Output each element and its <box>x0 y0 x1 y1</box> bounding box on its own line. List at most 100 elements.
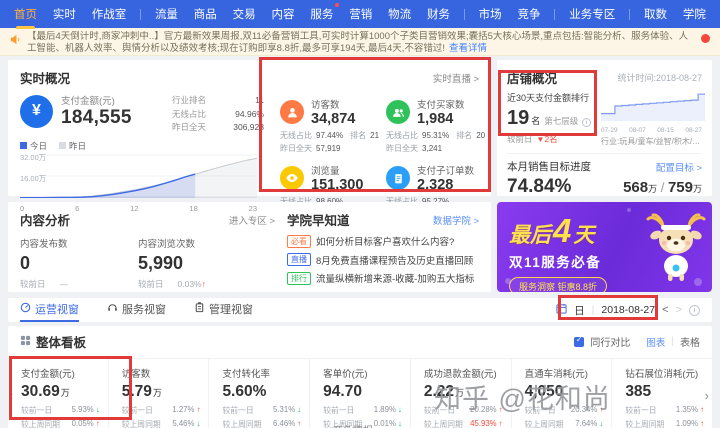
nav-item-traffic[interactable]: 流量 <box>153 0 180 29</box>
tab-service-view[interactable]: 服务视窗 <box>107 298 166 322</box>
nav-item-home[interactable]: 首页 <box>12 0 39 29</box>
metric-card-visitors[interactable]: 访客数 5.79万 较前一日 1.27% ↑ 较上周同期 5.46% ↓ <box>107 359 209 428</box>
tab-management-view[interactable]: 管理视窗 <box>194 298 253 322</box>
x-tick: 08-07 <box>629 127 646 134</box>
step-chart <box>601 93 706 121</box>
nav-item-trade[interactable]: 交易 <box>231 0 258 29</box>
date-prev-arrow[interactable]: < <box>662 304 668 316</box>
up-arrow-icon: ↑ <box>700 404 705 414</box>
payment-amount-label: 支付金额(元) <box>61 96 115 107</box>
decor-dot <box>505 278 511 284</box>
announcement-text: 【最后4天倒计时,商家冲刺中..】官方最新效果周报,双11必备营销工具,可实时计… <box>27 31 695 54</box>
nav-divider <box>140 8 142 20</box>
shop-level: 第七层级 <box>544 116 579 126</box>
decor-dot <box>627 208 631 212</box>
nav-item-college[interactable]: 学院 <box>681 0 708 29</box>
metric-card-conversion-rate[interactable]: 支付转化率 5.60% 较前一日 5.31% ↓ 较上周同期 6.46% ↑ <box>208 359 309 428</box>
visitors-icon <box>280 100 304 124</box>
y-tick: 32.00万 <box>20 151 47 163</box>
nav-item-biz-zone[interactable]: 业务专区 <box>567 0 617 29</box>
nav-item-marketing[interactable]: 营销 <box>347 0 374 29</box>
announcement-detail-link[interactable]: 查看详情 <box>449 43 487 54</box>
sales-target-label: 本月销售目标进度 <box>507 161 591 173</box>
shop-title: 店铺概况 <box>507 72 558 86</box>
x-axis: 07-29 08-07 08-15 08-27 <box>601 127 702 134</box>
peer-compare-checkbox[interactable] <box>574 335 585 347</box>
payment-amount-icon: ¥ <box>20 94 53 128</box>
college-item[interactable]: 直播 8月免费直播课程预告及历史直播回顾 <box>287 253 479 267</box>
up-arrow-icon: ↑ <box>196 404 201 414</box>
announcement-red-dot-icon[interactable] <box>701 34 710 43</box>
next-section-cut-label: 竞争情报 <box>333 422 373 428</box>
y-tick: 16.00万 <box>20 172 47 184</box>
college-item[interactable]: 必看 如何分析目标客户喜欢什么内容? <box>287 234 479 248</box>
nav-item-goods[interactable]: 商品 <box>192 0 219 29</box>
calendar-icon <box>556 303 567 317</box>
info-icon[interactable]: i <box>689 304 700 316</box>
realtime-live-link[interactable]: 实时直播 > <box>433 71 479 85</box>
realtime-overview-card: 实时概况 实时直播 > ¥ 支付金额(元) 184,555 行业排名 11 无线… <box>8 60 491 219</box>
configure-target-link[interactable]: 配置目标 > <box>656 160 702 174</box>
nav-item-compete[interactable]: 竞争 <box>516 0 543 29</box>
nav-item-realtime[interactable]: 实时 <box>51 0 78 29</box>
nav-item-market[interactable]: 市场 <box>477 0 504 29</box>
tab-operations-view[interactable]: 运营视窗 <box>20 298 79 322</box>
x-tick: 12 <box>130 203 139 213</box>
date-next-arrow[interactable]: > <box>676 304 682 316</box>
x-tick: 0 <box>20 203 25 213</box>
nav-item-service[interactable]: 服务 <box>308 0 340 29</box>
pay-rank-block: 近30天支付金额排行 19 名 第七层级 i 较前日 ▼2名 <box>507 91 593 147</box>
management-view-icon <box>194 302 205 316</box>
pageviews-icon <box>280 166 304 190</box>
payment-amount-value: 184,555 <box>61 107 132 128</box>
operations-view-icon <box>20 302 31 316</box>
deer-mascot <box>643 212 709 287</box>
article-tag: 直播 <box>287 253 311 266</box>
down-arrow-icon: ↓ <box>397 419 402 428</box>
nav-item-data-extract[interactable]: 取数 <box>642 0 669 29</box>
megaphone-icon <box>10 32 21 50</box>
peer-compare-label: 同行对比 <box>590 338 631 349</box>
watermark: 知乎 @花和尚 <box>434 384 611 414</box>
info-icon[interactable]: i <box>582 118 592 127</box>
content-analysis-card: 内容分析 进入专区 > 内容发布数 0 较前日 — 内容浏览次数 5,990 较前… <box>8 202 491 292</box>
x-tick: 08-15 <box>657 127 674 134</box>
rank-trend-chart: 07-29 08-07 08-15 08-27 行业:玩具/童车/益智/积木/… <box>601 91 706 147</box>
promo-banner[interactable]: 最后4天 双11服务必备 服务洞察 钜惠8.8折 <box>497 202 712 292</box>
nav-item-content[interactable]: 内容 <box>270 0 297 29</box>
college-title: 学院早知道 <box>287 214 350 228</box>
nav-item-logistics[interactable]: 物流 <box>386 0 413 29</box>
college-link[interactable]: 数据学院 > <box>433 213 479 227</box>
nav-item-war-room[interactable]: 作战室 <box>90 0 129 29</box>
up-arrow-icon: ↑ <box>700 419 705 428</box>
metric-card-avg-order-value[interactable]: 客单价(元) 94.70 较前一日 1.89% ↓ 较上周同期 0.01% ↓ <box>309 359 410 428</box>
dashboard-grid-icon <box>20 333 31 351</box>
down-arrow-icon: ↓ <box>297 404 302 414</box>
main-content: 实时概况 实时直播 > ¥ 支付金额(元) 184,555 行业排名 11 无线… <box>0 56 720 428</box>
metric-card-payment-amount[interactable]: 支付金额(元) 30.69万 较前一日 5.93% ↓ 较上周同期 0.05% ↑ <box>8 359 108 428</box>
nav-divider <box>629 8 631 20</box>
x-tick: 23 <box>248 203 257 213</box>
up-arrow-icon: ↑ <box>297 419 302 428</box>
date-granularity[interactable]: 日 <box>574 303 585 318</box>
nav-divider <box>554 8 556 20</box>
industry-label: 行业:玩具/童车/益智/积木/… <box>601 137 701 146</box>
content-views-stat: 内容浏览次数 5,990 较前日 0.03%↑ <box>138 239 206 289</box>
college-article-list: 必看 如何分析目标客户喜欢什么内容? 直播 8月免费直播课程预告及历史直播回顾 排行 流量… <box>287 234 479 285</box>
down-arrow-icon: ↓ <box>196 419 201 428</box>
content-publish-stat: 内容发布数 0 较前日 — <box>20 239 69 289</box>
college-item[interactable]: 排行 流量纵横新增来源-收藏-加购五大指标 <box>287 271 479 285</box>
date-value[interactable]: 2018-08-27 <box>601 304 655 316</box>
nav-item-finance[interactable]: 财务 <box>425 0 452 29</box>
cards-next-arrow[interactable]: › <box>705 388 709 403</box>
target-progress-values: 568万 / 759万 <box>623 179 702 196</box>
metric-card-diamond-spend[interactable]: 钻石展位消耗(元) 385 较前一日 1.35% ↑ 较上周同期 1.09% ↑ <box>611 359 712 428</box>
service-view-icon <box>107 302 118 316</box>
chart-view-link[interactable]: 图表 <box>646 335 665 349</box>
realtime-side-stats: 行业排名 11 无线占比 94.96% 昨日全天 306,928 <box>172 95 264 132</box>
x-axis: 0 6 12 18 23 <box>20 204 257 213</box>
table-view-link[interactable]: 表格 <box>680 334 700 349</box>
yesterday-swatch-icon <box>59 142 67 149</box>
content-zone-link[interactable]: 进入专区 > <box>229 213 275 227</box>
cards-prev-arrow[interactable]: ‹ <box>9 388 13 403</box>
